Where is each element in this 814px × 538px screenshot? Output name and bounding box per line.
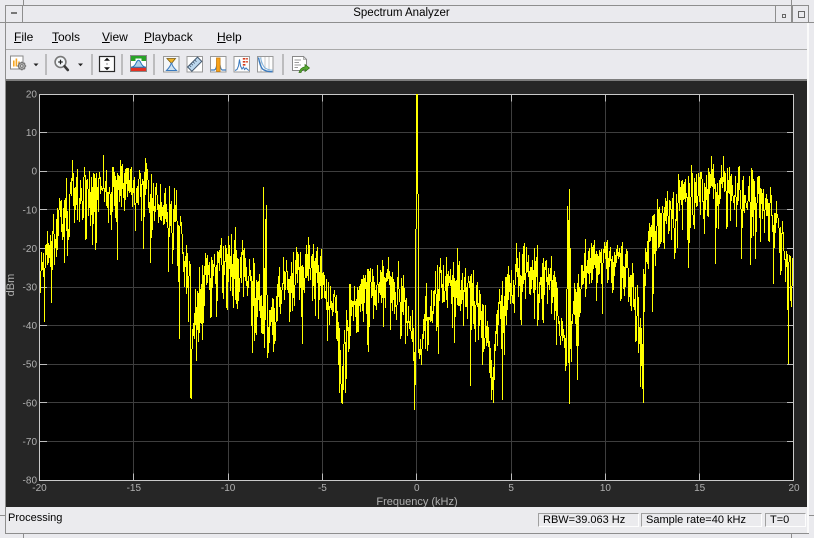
svg-text:0: 0 — [414, 483, 420, 494]
svg-text:-40: -40 — [23, 321, 38, 332]
svg-text:20: 20 — [26, 90, 38, 101]
svg-text:0: 0 — [31, 167, 37, 178]
svg-text:-70: -70 — [23, 437, 38, 448]
svg-text:-60: -60 — [23, 398, 38, 409]
svg-text:5: 5 — [508, 483, 514, 494]
svg-text:-10: -10 — [23, 205, 38, 216]
svg-text:-5: -5 — [318, 483, 327, 494]
svg-text:20: 20 — [788, 483, 800, 494]
svg-text:-30: -30 — [23, 283, 38, 294]
svg-text:Frequency (kHz): Frequency (kHz) — [376, 496, 457, 507]
svg-text:-20: -20 — [23, 244, 38, 255]
svg-text:dBm: dBm — [6, 274, 17, 297]
svg-text:10: 10 — [600, 483, 612, 494]
svg-text:-10: -10 — [221, 483, 236, 494]
svg-text:-20: -20 — [32, 483, 47, 494]
svg-text:-50: -50 — [23, 360, 38, 371]
svg-text:10: 10 — [26, 128, 38, 139]
svg-text:-15: -15 — [127, 483, 142, 494]
svg-text:15: 15 — [694, 483, 706, 494]
